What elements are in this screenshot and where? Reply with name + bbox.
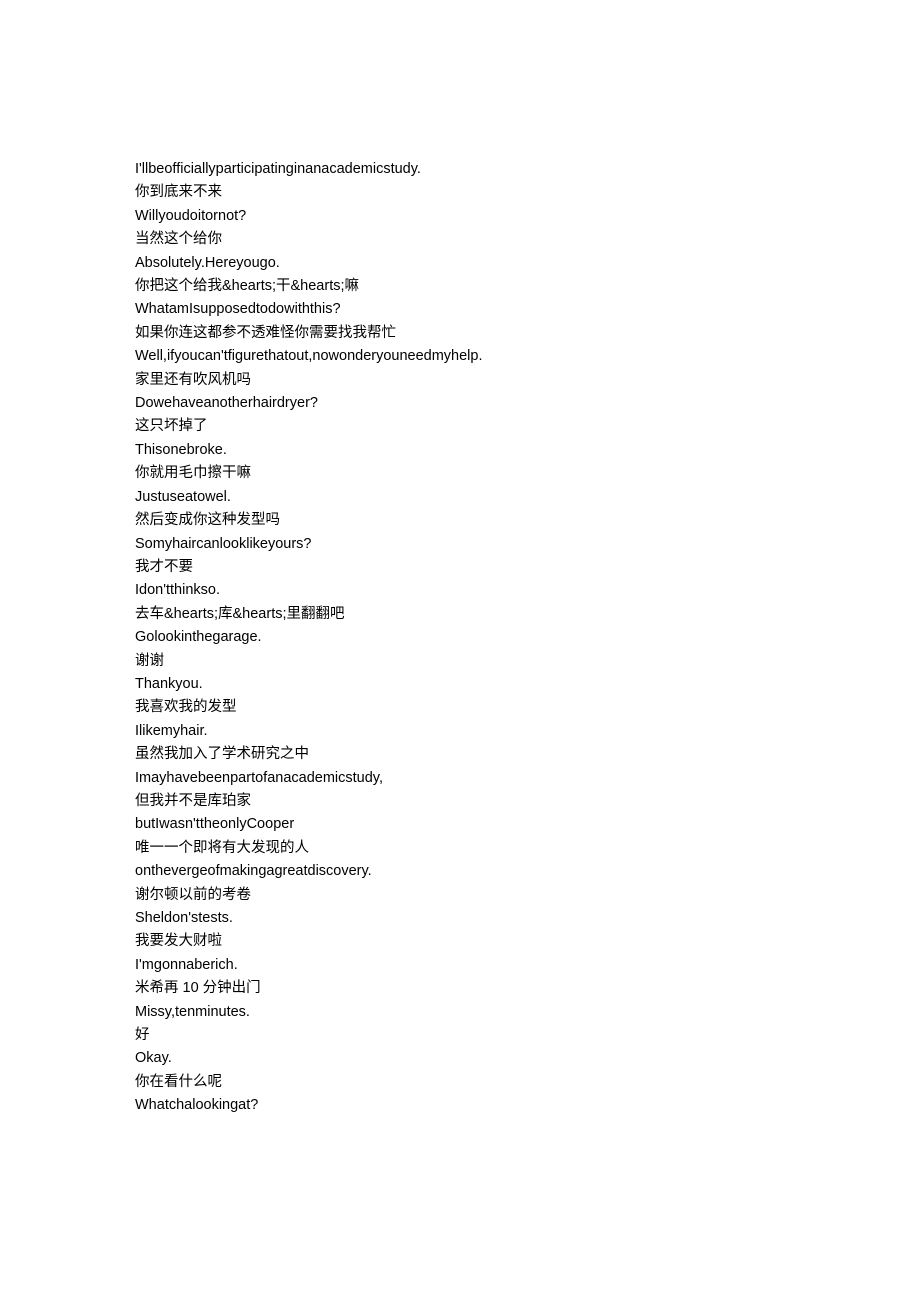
transcript-line: Dowehaveanotherhairdryer? — [135, 392, 785, 415]
transcript-line: 好 — [135, 1024, 785, 1047]
transcript-line: onthevergeofmakingagreatdiscovery. — [135, 860, 785, 883]
transcript-line: 如果你连这都参不透难怪你需要找我帮忙 — [135, 322, 785, 345]
transcript-body: I'llbeofficiallyparticipatinginanacademi… — [135, 158, 785, 1118]
transcript-line: Golookinthegarage. — [135, 626, 785, 649]
transcript-line: Well,ifyoucan'tfigurethatout,nowonderyou… — [135, 345, 785, 368]
transcript-line: Ilikemyhair. — [135, 720, 785, 743]
transcript-line: 谢谢 — [135, 650, 785, 673]
transcript-line: 你就用毛巾擦干嘛 — [135, 462, 785, 485]
transcript-line: Whatchalookingat? — [135, 1094, 785, 1117]
transcript-line: 谢尔顿以前的考卷 — [135, 884, 785, 907]
transcript-line: 虽然我加入了学术研究之中 — [135, 743, 785, 766]
transcript-line: Imayhavebeenpartofanacademicstudy, — [135, 767, 785, 790]
transcript-line: 然后变成你这种发型吗 — [135, 509, 785, 532]
transcript-line: 你把这个给我&hearts;干&hearts;嘛 — [135, 275, 785, 298]
transcript-line: Idon'tthinkso. — [135, 579, 785, 602]
transcript-line: Absolutely.Hereyougo. — [135, 252, 785, 275]
transcript-line: 当然这个给你 — [135, 228, 785, 251]
transcript-line: Sheldon'stests. — [135, 907, 785, 930]
transcript-line: butIwasn'ttheonlyCooper — [135, 813, 785, 836]
transcript-line: 你到底来不来 — [135, 181, 785, 204]
transcript-line: 我喜欢我的发型 — [135, 696, 785, 719]
transcript-line: 我才不要 — [135, 556, 785, 579]
transcript-line: I'llbeofficiallyparticipatinginanacademi… — [135, 158, 785, 181]
transcript-line: Justuseatowel. — [135, 486, 785, 509]
transcript-line: 这只坏掉了 — [135, 415, 785, 438]
transcript-line: I'mgonnaberich. — [135, 954, 785, 977]
transcript-line: 我要发大财啦 — [135, 930, 785, 953]
transcript-line: 唯一一个即将有大发现的人 — [135, 837, 785, 860]
transcript-line: Willyoudoitornot? — [135, 205, 785, 228]
transcript-line: 但我并不是库珀家 — [135, 790, 785, 813]
transcript-line: 米希再 10 分钟出门 — [135, 977, 785, 1000]
transcript-line: WhatamIsupposedtodowiththis? — [135, 298, 785, 321]
transcript-line: Thisonebroke. — [135, 439, 785, 462]
transcript-line: 去车&hearts;库&hearts;里翻翻吧 — [135, 603, 785, 626]
transcript-line: Okay. — [135, 1047, 785, 1070]
transcript-line: Thankyou. — [135, 673, 785, 696]
transcript-line: Missy,tenminutes. — [135, 1001, 785, 1024]
transcript-line: 家里还有吹风机吗 — [135, 369, 785, 392]
transcript-line: 你在看什么呢 — [135, 1071, 785, 1094]
transcript-line: Somyhaircanlooklikeyours? — [135, 533, 785, 556]
